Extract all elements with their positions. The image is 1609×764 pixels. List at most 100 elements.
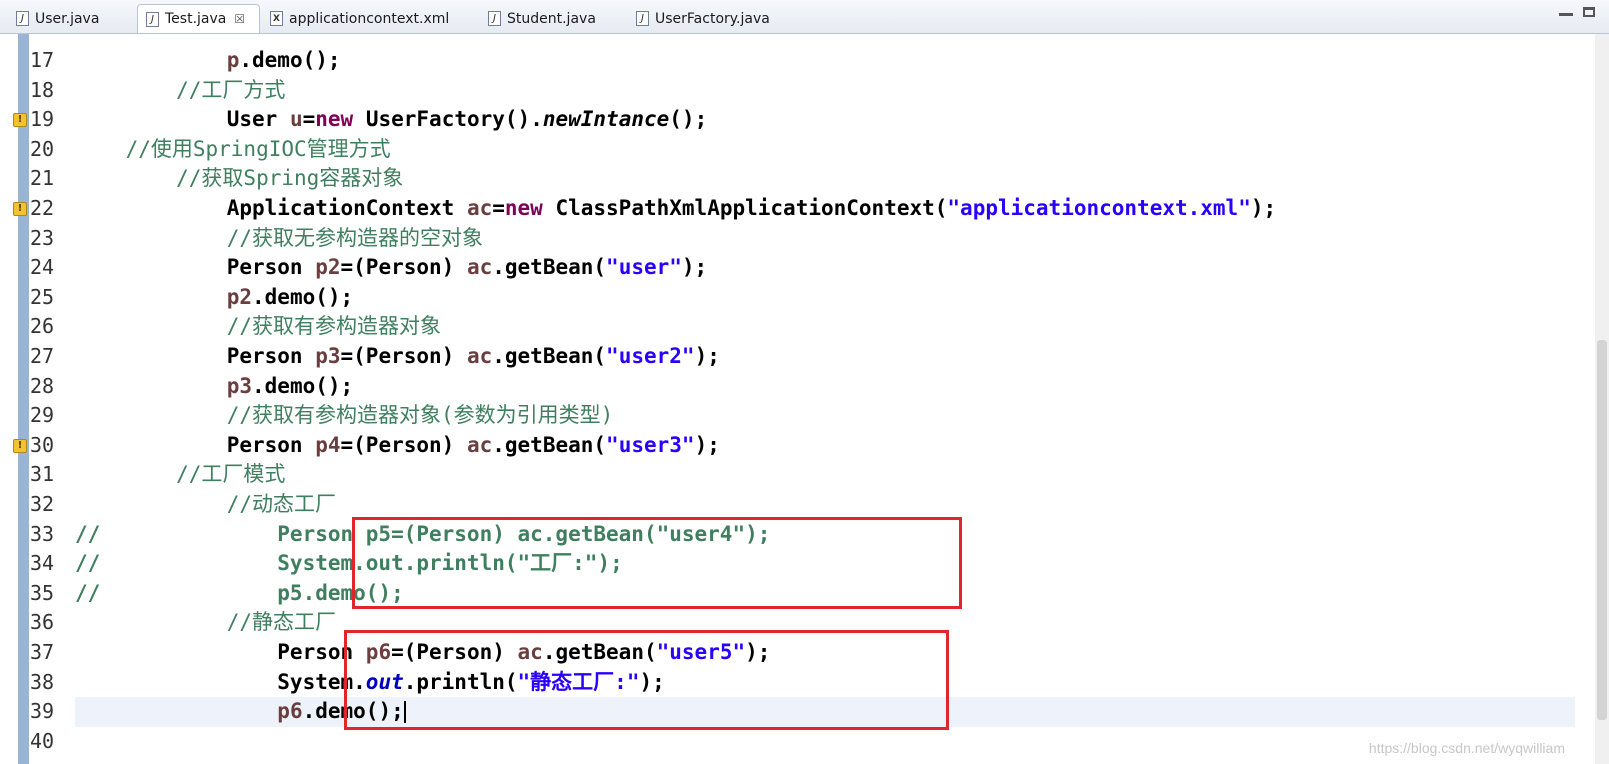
code-token: "user3" [606, 432, 695, 457]
line-number: 22 [30, 196, 55, 220]
code-line[interactable]: 38 System.out.println("静态工厂:"); [0, 668, 1609, 698]
warning-marker-icon[interactable]: ! [13, 113, 27, 128]
code-text[interactable]: Person p2=(Person) ac.getBean("user"); [75, 253, 708, 283]
minimize-icon[interactable] [1559, 13, 1573, 16]
code-token: .demo(); [239, 48, 341, 72]
code-token: //获取Spring容器对象 [75, 166, 404, 191]
code-token: //工厂模式 [75, 462, 286, 487]
code-token: .println( [403, 669, 518, 694]
warning-marker-icon[interactable]: ! [13, 202, 27, 216]
code-token: out [365, 669, 404, 694]
line-number: 28 [30, 373, 55, 398]
code-text[interactable]: //工厂方式 [75, 76, 285, 106]
code-text[interactable]: Person p4=(Person) ac.getBean("user3"); [75, 431, 720, 461]
code-token: ); [1250, 196, 1277, 220]
code-token: //静态工厂 [75, 610, 337, 635]
code-line[interactable]: ! 30 Person p4=(Person) ac.getBean("user3… [0, 431, 1609, 461]
code-token: =(Person) [340, 255, 467, 280]
line-number: 18 [30, 77, 55, 102]
code-token: ); [681, 255, 708, 280]
code-line[interactable]: 34 // System.out.println("工厂:"); [0, 549, 1609, 579]
code-line[interactable]: ! 22 ApplicationContext ac=new ClassPathX… [0, 194, 1609, 224]
code-text[interactable]: //获取有参构造器对象(参数为引用类型) [75, 401, 614, 431]
code-token: .getBean( [492, 255, 607, 280]
code-text[interactable]: //获取无参构造器的空对象 [75, 224, 483, 254]
warning-marker-icon[interactable]: ! [13, 438, 27, 453]
code-text[interactable]: // Person p5=(Person) ac.getBean("user4"… [75, 520, 770, 550]
code-line[interactable]: 28 p3.demo(); [0, 372, 1609, 402]
code-text[interactable]: Person p6=(Person) ac.getBean("user5"); [75, 638, 770, 668]
line-number: 24 [30, 255, 55, 280]
code-token: = [492, 196, 505, 220]
code-token: =(Person) [340, 344, 467, 368]
code-token: User [75, 107, 290, 132]
code-line[interactable]: 21 //获取Spring容器对象 [0, 164, 1609, 194]
code-text[interactable]: // p5.demo(); [75, 579, 404, 609]
code-line[interactable]: 18 //工厂方式 [0, 76, 1609, 106]
code-text[interactable]: //获取Spring容器对象 [75, 164, 403, 194]
scrollbar-thumb[interactable] [1597, 340, 1607, 720]
code-token: newIntance [542, 107, 670, 132]
code-text[interactable]: //动态工厂 [75, 490, 336, 520]
code-line[interactable]: 39 p6.demo(); [0, 697, 1609, 727]
code-token: ac [466, 196, 493, 220]
code-line[interactable]: 33 // Person p5=(Person) ac.getBean("user… [0, 520, 1609, 550]
code-line-partial [0, 17, 1609, 39]
code-token: p3 [226, 373, 253, 398]
code-text[interactable]: //获取有参构造器对象 [75, 312, 441, 342]
code-line[interactable]: 32 //动态工厂 [0, 490, 1609, 520]
maximize-icon[interactable] [1583, 7, 1595, 17]
code-text[interactable]: //工厂模式 [75, 460, 285, 490]
code-text[interactable]: System.out.println("静态工厂:"); [75, 668, 665, 698]
code-text[interactable]: p6.demo(); [75, 697, 406, 727]
code-text[interactable]: p2.demo(); [75, 283, 353, 313]
code-token: ); [745, 640, 771, 664]
code-text[interactable]: ApplicationContext ac=new ClassPathXmlAp… [75, 194, 1276, 224]
code-text[interactable]: Person p3=(Person) ac.getBean("user2"); [75, 342, 720, 372]
code-token: ); [694, 432, 720, 457]
code-line[interactable]: 31 //工厂模式 [0, 460, 1609, 490]
code-token: ac [466, 432, 493, 457]
code-token: =(Person) [340, 432, 467, 457]
watermark: https://blog.csdn.net/wyqwilliam [1368, 740, 1565, 756]
code-editor[interactable]: 17 p.demo(); 18 //工厂方式! 19 User u=new User… [0, 34, 1609, 764]
code-token: .getBean( [492, 432, 607, 457]
code-token: Person [75, 432, 316, 457]
line-number: 33 [30, 521, 55, 546]
code-token: p6 [277, 699, 303, 724]
code-token: "静态工厂:" [517, 669, 640, 694]
code-line[interactable]: ! 19 User u=new UserFactory().newIntance(… [0, 105, 1609, 135]
code-token: ); [639, 669, 665, 694]
code-text[interactable]: // System.out.println("工厂:"); [75, 549, 623, 579]
code-token: p4 [315, 432, 341, 457]
code-line[interactable]: 20 //使用SpringIOC管理方式 [0, 135, 1609, 165]
code-token: ); [694, 344, 720, 368]
code-line[interactable]: 35 // p5.demo(); [0, 579, 1609, 609]
code-text[interactable]: User u=new UserFactory().newIntance(); [75, 105, 708, 135]
code-line[interactable]: 37 Person p6=(Person) ac.getBean("user5"… [0, 638, 1609, 668]
code-token: = [302, 107, 316, 132]
vertical-scrollbar[interactable] [1595, 34, 1609, 764]
line-number: 27 [30, 344, 55, 368]
code-line[interactable]: 24 Person p2=(Person) ac.getBean("user")… [0, 253, 1609, 283]
code-line[interactable]: 17 p.demo(); [0, 46, 1609, 76]
code-text[interactable]: //静态工厂 [75, 608, 336, 638]
code-line[interactable]: 36 //静态工厂 [0, 608, 1609, 638]
code-line[interactable]: 25 p2.demo(); [0, 283, 1609, 313]
code-line[interactable]: 29 //获取有参构造器对象(参数为引用类型) [0, 401, 1609, 431]
code-token: new [315, 107, 354, 132]
code-text[interactable]: //使用SpringIOC管理方式 [75, 135, 391, 165]
code-line[interactable]: 26 //获取有参构造器对象 [0, 312, 1609, 342]
line-number: 39 [30, 699, 55, 724]
code-line[interactable]: 27 Person p3=(Person) ac.getBean("user2"… [0, 342, 1609, 372]
code-token: .demo(); [302, 699, 404, 724]
code-line[interactable]: 40 [0, 727, 1609, 757]
code-text[interactable]: p3.demo(); [75, 372, 353, 402]
code-token: p2 [315, 255, 341, 280]
line-number: 38 [30, 669, 55, 694]
code-text[interactable]: p.demo(); [75, 46, 341, 76]
code-line[interactable]: 23 //获取无参构造器的空对象 [0, 224, 1609, 254]
code-token: u [289, 107, 303, 132]
